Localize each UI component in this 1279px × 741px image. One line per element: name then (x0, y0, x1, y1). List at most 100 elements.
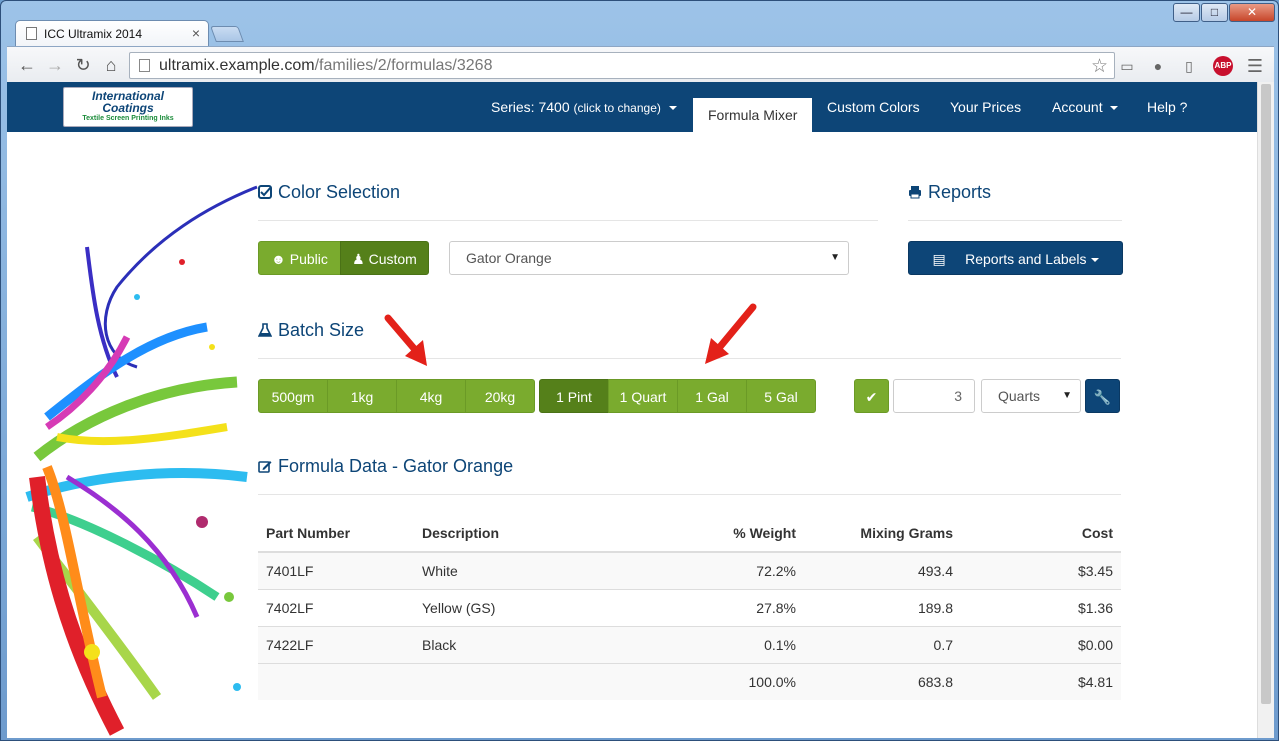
page-viewport: International Coatings Textile Screen Pr… (7, 82, 1274, 738)
batch-1-gal-button[interactable]: 1 Gal (677, 379, 747, 413)
home-icon[interactable]: ⌂ (99, 53, 123, 77)
nav-custom-colors[interactable]: Custom Colors (827, 82, 920, 132)
cast-icon[interactable]: ▭ (1117, 56, 1137, 76)
bookmark-star-icon[interactable]: ☆ (1091, 55, 1108, 78)
new-tab-button[interactable] (210, 26, 244, 42)
column-header: Mixing Grams (804, 514, 961, 553)
column-header: % Weight (664, 514, 804, 553)
batch-size-title: Batch Size (278, 320, 365, 340)
batch-size-heading: Batch Size (258, 320, 364, 341)
description-cell: Yellow (GS) (414, 588, 664, 626)
caret-down-icon (1090, 258, 1099, 263)
description-cell: Black (414, 625, 664, 663)
column-header: Description (414, 514, 664, 553)
weight-cell: 72.2% (664, 551, 804, 589)
table-row: 7422LF Black 0.1% 0.7 $0.00 (258, 625, 1121, 663)
custom-quantity-input[interactable]: 3 (893, 379, 975, 413)
grams-cell: 493.4 (804, 551, 961, 589)
menu-icon[interactable]: ☰ (1245, 56, 1265, 76)
reports-title: Reports (928, 182, 992, 202)
total-cost-cell: $4.81 (961, 662, 1121, 700)
browser-tab[interactable]: ICC Ultramix 2014 × (15, 20, 209, 47)
table-row: 7401LF White 72.2% 493.4 $3.45 (258, 551, 1121, 589)
checkbox-icon (258, 185, 272, 199)
settings-wrench-button[interactable]: 🔧 (1085, 379, 1120, 413)
divider (258, 220, 878, 221)
nav-account[interactable]: Account (1052, 82, 1119, 132)
custom-unit-select[interactable]: Quarts ▼ (981, 379, 1081, 413)
cost-cell: $3.45 (961, 551, 1121, 589)
custom-label: Custom (368, 251, 417, 267)
batch-20kg-button[interactable]: 20kg (465, 379, 535, 413)
batch-500gm-button[interactable]: 500gm (258, 379, 328, 413)
back-icon[interactable]: ← (15, 53, 39, 77)
apply-custom-batch-button[interactable]: ✔ (854, 379, 889, 413)
part-number-cell: 7402LF (258, 588, 414, 626)
batch-5-gal-button[interactable]: 5 Gal (746, 379, 816, 413)
formula-data-heading: Formula Data - Gator Orange (258, 456, 513, 477)
close-tab-icon[interactable]: × (192, 26, 200, 40)
page-icon (26, 27, 37, 40)
paint-splash-image (25, 185, 258, 736)
batch-1kg-button[interactable]: 1kg (327, 379, 397, 413)
cost-cell: $1.36 (961, 588, 1121, 626)
scrollbar-thumb[interactable] (1261, 84, 1271, 704)
extension-icon[interactable]: ● (1148, 56, 1168, 76)
annotation-arrow-1 (384, 314, 427, 366)
color-selection-title: Color Selection (278, 182, 401, 202)
adblock-icon[interactable]: ABP (1213, 56, 1233, 76)
nav-your-prices[interactable]: Your Prices (950, 82, 1021, 132)
custom-colors-button[interactable]: ♟ Custom (340, 241, 429, 275)
nav-help[interactable]: Help ? (1147, 82, 1187, 132)
custom-unit-value: Quarts (998, 388, 1041, 404)
batch-1-pint-button[interactable]: 1 Pint (539, 379, 609, 413)
batch-4kg-button[interactable]: 4kg (396, 379, 466, 413)
batch-1-quart-button[interactable]: 1 Quart (608, 379, 678, 413)
nav-formula-mixer[interactable]: Formula Mixer (693, 98, 813, 132)
site-logo[interactable]: International Coatings Textile Screen Pr… (63, 87, 193, 127)
color-select[interactable]: Gator Orange ▼ (449, 241, 849, 275)
formula-data-title: Formula Data - Gator Orange (278, 456, 514, 476)
grams-cell: 189.8 (804, 588, 961, 626)
select-arrow-icon: ▼ (1062, 390, 1072, 401)
close-window-button[interactable]: ✕ (1229, 3, 1275, 22)
cost-cell: $0.00 (961, 625, 1121, 663)
weight-cell: 27.8% (664, 588, 804, 626)
part-number-cell: 7422LF (258, 625, 414, 663)
weight-cell: 0.1% (664, 625, 804, 663)
edit-icon (258, 461, 272, 473)
reload-icon[interactable]: ↻ (71, 53, 95, 77)
color-selection-heading: Color Selection (258, 182, 400, 203)
printer-icon (909, 186, 921, 199)
totals-row: 100.0% 683.8 $4.81 (258, 662, 1121, 700)
column-header: Part Number (258, 514, 414, 553)
url-path: /families/2/formulas/3268 (314, 57, 493, 74)
url-host: ultramix.example.com (159, 57, 315, 74)
reports-and-labels-button[interactable]: ▤ Reports and Labels (908, 241, 1123, 275)
color-select-value: Gator Orange (466, 250, 552, 266)
reports-heading: Reports (908, 182, 991, 203)
address-bar[interactable]: ultramix.example.com/families/2/formulas… (129, 52, 1115, 79)
phone-extension-icon[interactable]: ▯ (1179, 56, 1199, 76)
public-colors-button[interactable]: ☻ Public (258, 241, 341, 275)
site-navbar: International Coatings Textile Screen Pr… (7, 82, 1257, 132)
empty-cell (414, 662, 664, 700)
public-label: Public (289, 251, 328, 267)
user-icon: ♟ (352, 251, 365, 267)
forward-icon[interactable]: → (43, 53, 67, 77)
logo-tagline: Textile Screen Printing Inks (82, 115, 174, 122)
series-label: Series: 7400 (491, 99, 570, 115)
minimize-button[interactable]: — (1173, 3, 1200, 22)
list-icon: ▤ (932, 251, 946, 267)
select-arrow-icon: ▼ (830, 252, 840, 263)
maximize-button[interactable]: □ (1201, 3, 1228, 22)
users-icon: ☻ (271, 251, 286, 267)
total-grams-cell: 683.8 (804, 662, 961, 700)
tab-title: ICC Ultramix 2014 (44, 27, 143, 41)
browser-toolbar: ← → ↻ ⌂ ultramix.example.com/families/2/… (7, 46, 1274, 82)
vertical-scrollbar[interactable] (1257, 82, 1274, 738)
series-dropdown[interactable]: Series: 7400 (click to change) (491, 82, 677, 132)
formula-table: Part Number Description % Weight Mixing … (258, 514, 1121, 700)
divider (908, 220, 1122, 221)
grams-cell: 0.7 (804, 625, 961, 663)
